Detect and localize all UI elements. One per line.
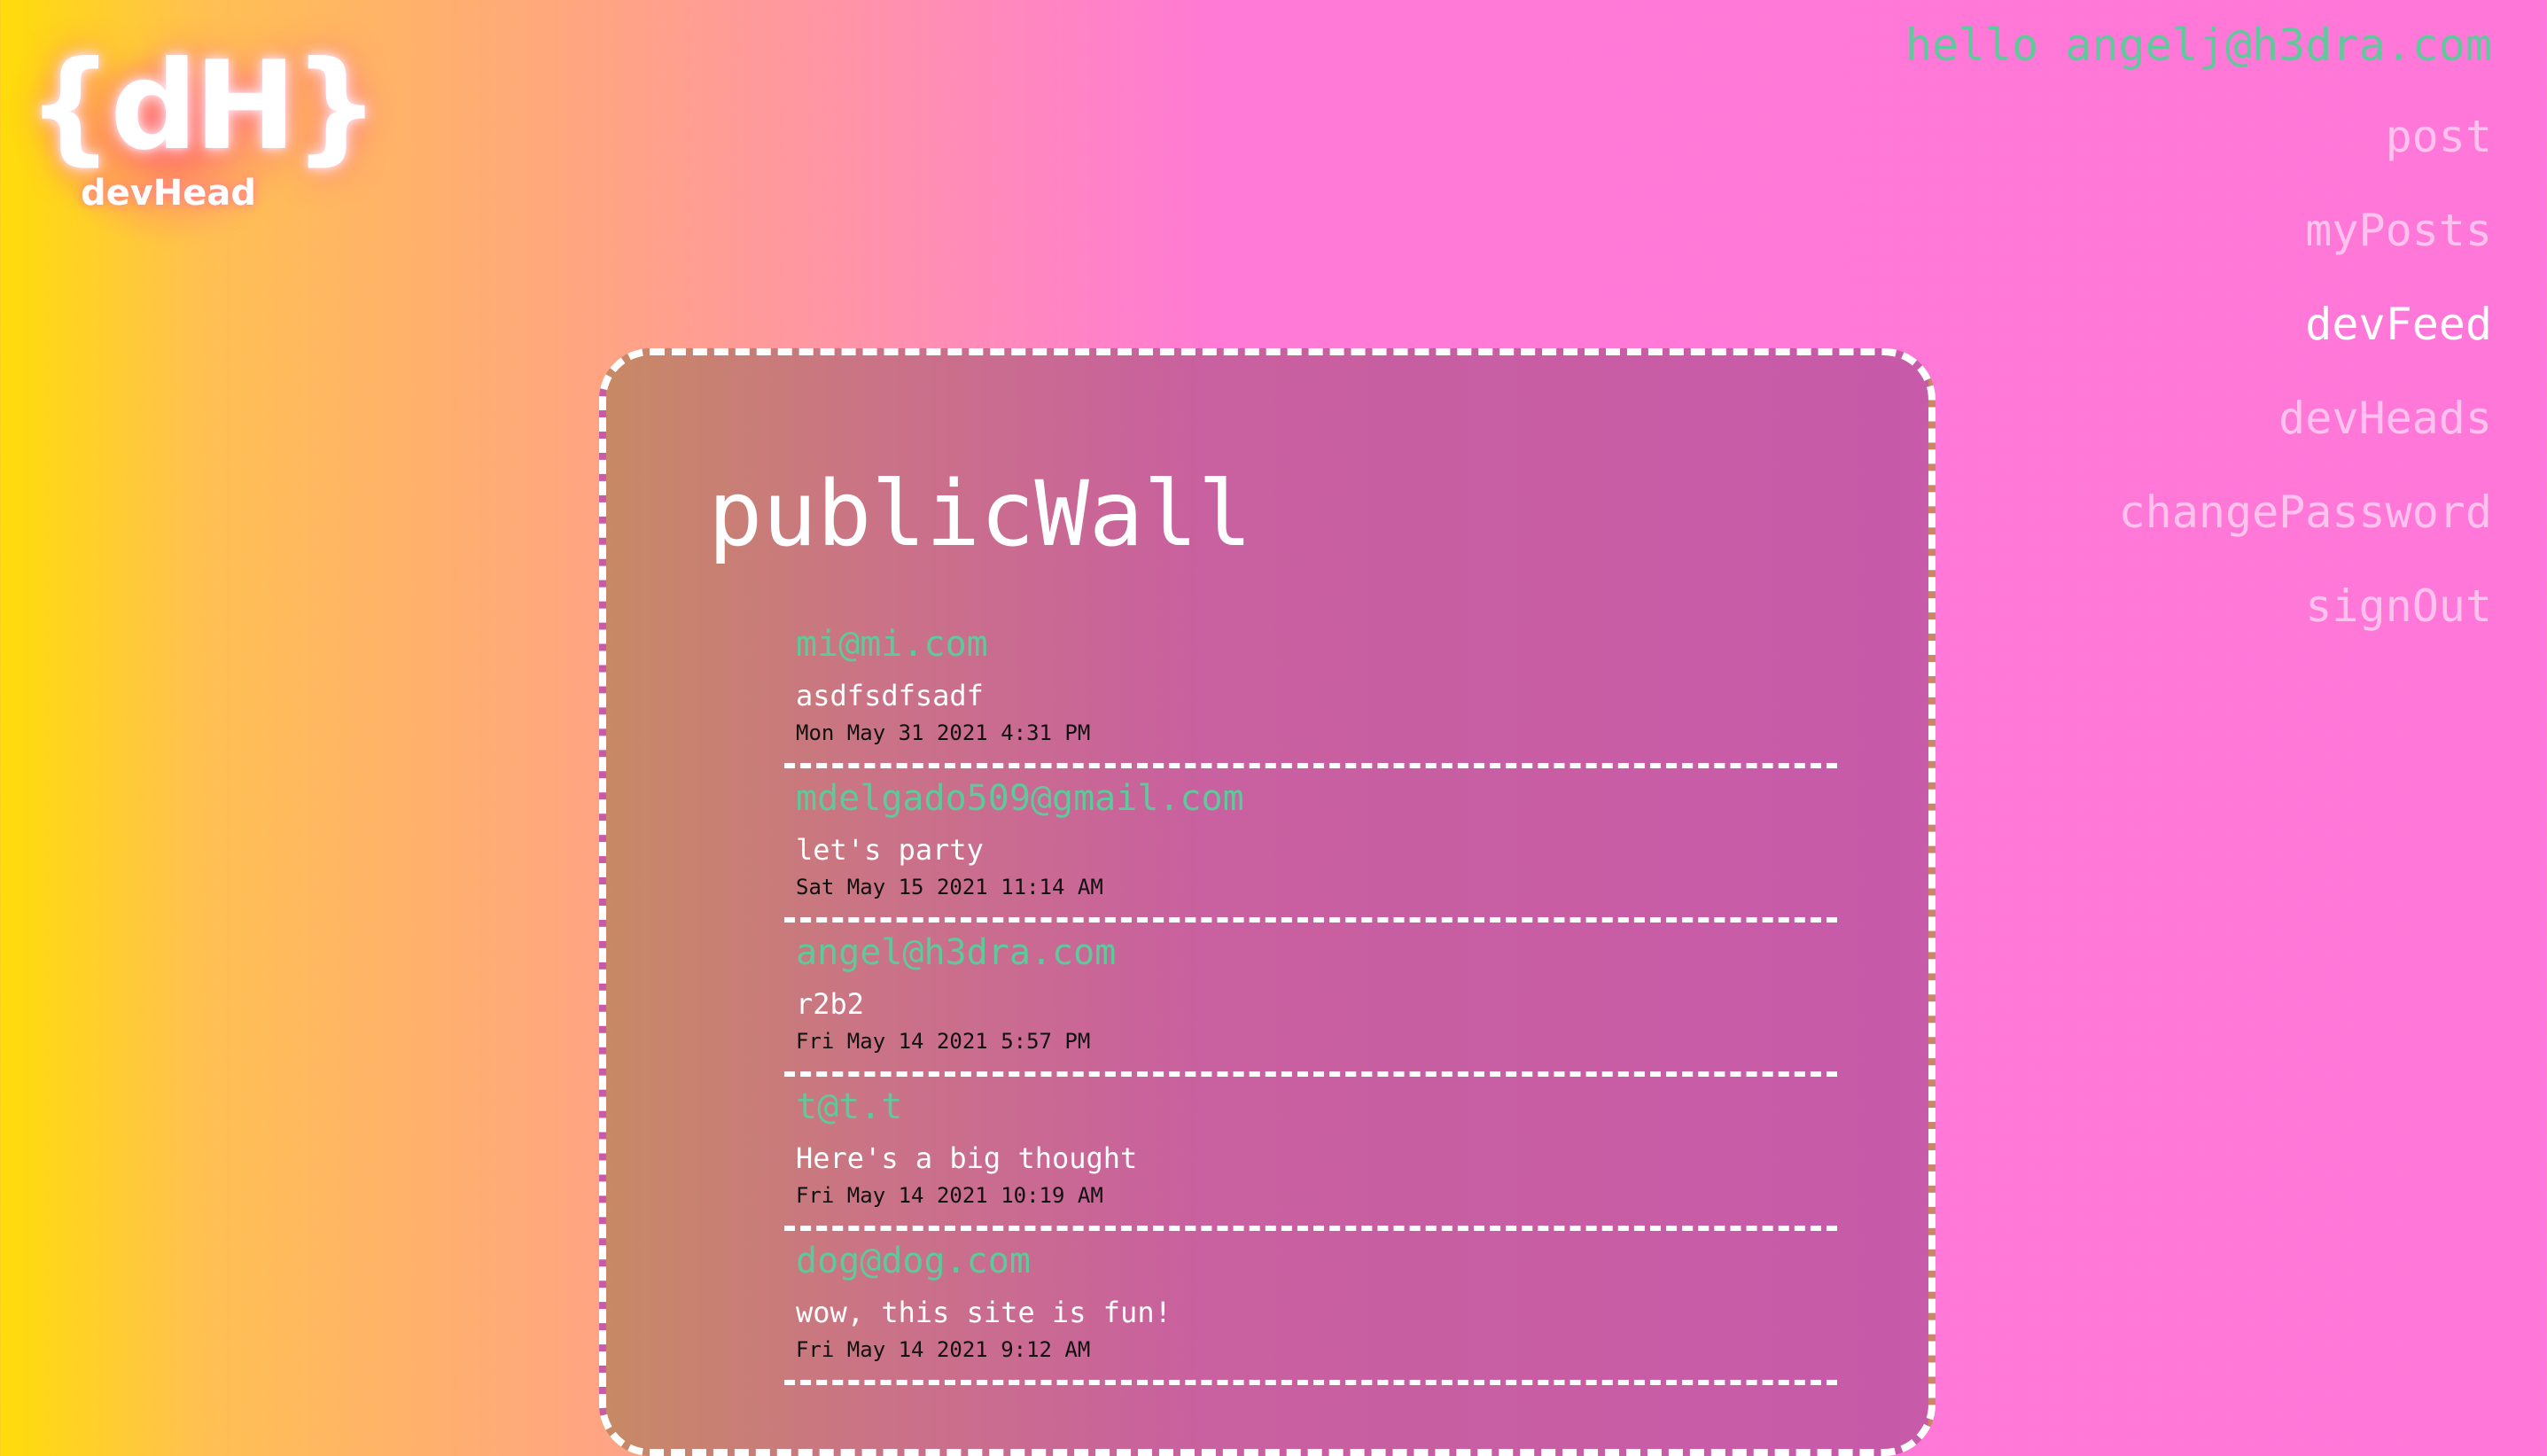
post-author-link[interactable]: angel@h3dra.com (796, 930, 1837, 976)
user-greeting: hello angelj@h3dra.com (1904, 19, 2492, 71)
post-date: Fri May 14 2021 10:19 AM (796, 1183, 1103, 1208)
list-item: mdelgado509@gmail.com let's party Sat Ma… (784, 775, 1837, 923)
post-author-link[interactable]: mi@mi.com (796, 621, 1837, 667)
nav-item-myposts[interactable]: myPosts (1905, 204, 2492, 257)
list-item: angel@h3dra.com r2b2 Fri May 14 2021 5:5… (784, 930, 1837, 1077)
post-author-link[interactable]: t@t.t (796, 1084, 1837, 1130)
post-date: Fri May 14 2021 5:57 PM (796, 1029, 1091, 1054)
list-item: dog@dog.com wow, this site is fun! Fri M… (784, 1238, 1837, 1385)
post-body: r2b2 (796, 987, 865, 1021)
nav-item-changepassword[interactable]: changePassword (1905, 486, 2492, 539)
post-body: asdfsdfsadf (796, 679, 984, 712)
list-item: mi@mi.com asdfsdfsadf Mon May 31 2021 4:… (784, 621, 1837, 768)
post-author-link[interactable]: mdelgado509@gmail.com (796, 775, 1837, 821)
list-item: t@t.t Here's a big thought Fri May 14 20… (784, 1084, 1837, 1231)
nav-item-devheads[interactable]: devHeads (1905, 392, 2492, 445)
post-body: Here's a big thought (796, 1141, 1138, 1175)
main-nav: hello angelj@h3dra.com post myPosts devF… (1905, 19, 2492, 673)
nav-item-devfeed[interactable]: devFeed (1905, 298, 2492, 351)
public-wall-panel: publicWall mi@mi.com asdfsdfsadf Mon May… (599, 348, 1936, 1456)
post-body: wow, this site is fun! (796, 1296, 1172, 1329)
brand-logo[interactable]: {dH} devHead (27, 35, 380, 253)
page-title: publicWall (708, 462, 1253, 567)
post-date: Sat May 15 2021 11:14 AM (796, 875, 1103, 899)
post-author-link[interactable]: dog@dog.com (796, 1238, 1837, 1284)
post-body: let's party (796, 833, 984, 867)
post-date: Fri May 14 2021 9:12 AM (796, 1337, 1091, 1362)
post-list: mi@mi.com asdfsdfsadf Mon May 31 2021 4:… (784, 621, 1837, 1392)
post-date: Mon May 31 2021 4:31 PM (796, 720, 1091, 745)
logo-name: devHead (80, 173, 257, 214)
nav-item-post[interactable]: post (1905, 110, 2492, 163)
nav-item-signout[interactable]: signOut (1905, 580, 2492, 633)
logo-mark: {dH} (27, 35, 380, 177)
